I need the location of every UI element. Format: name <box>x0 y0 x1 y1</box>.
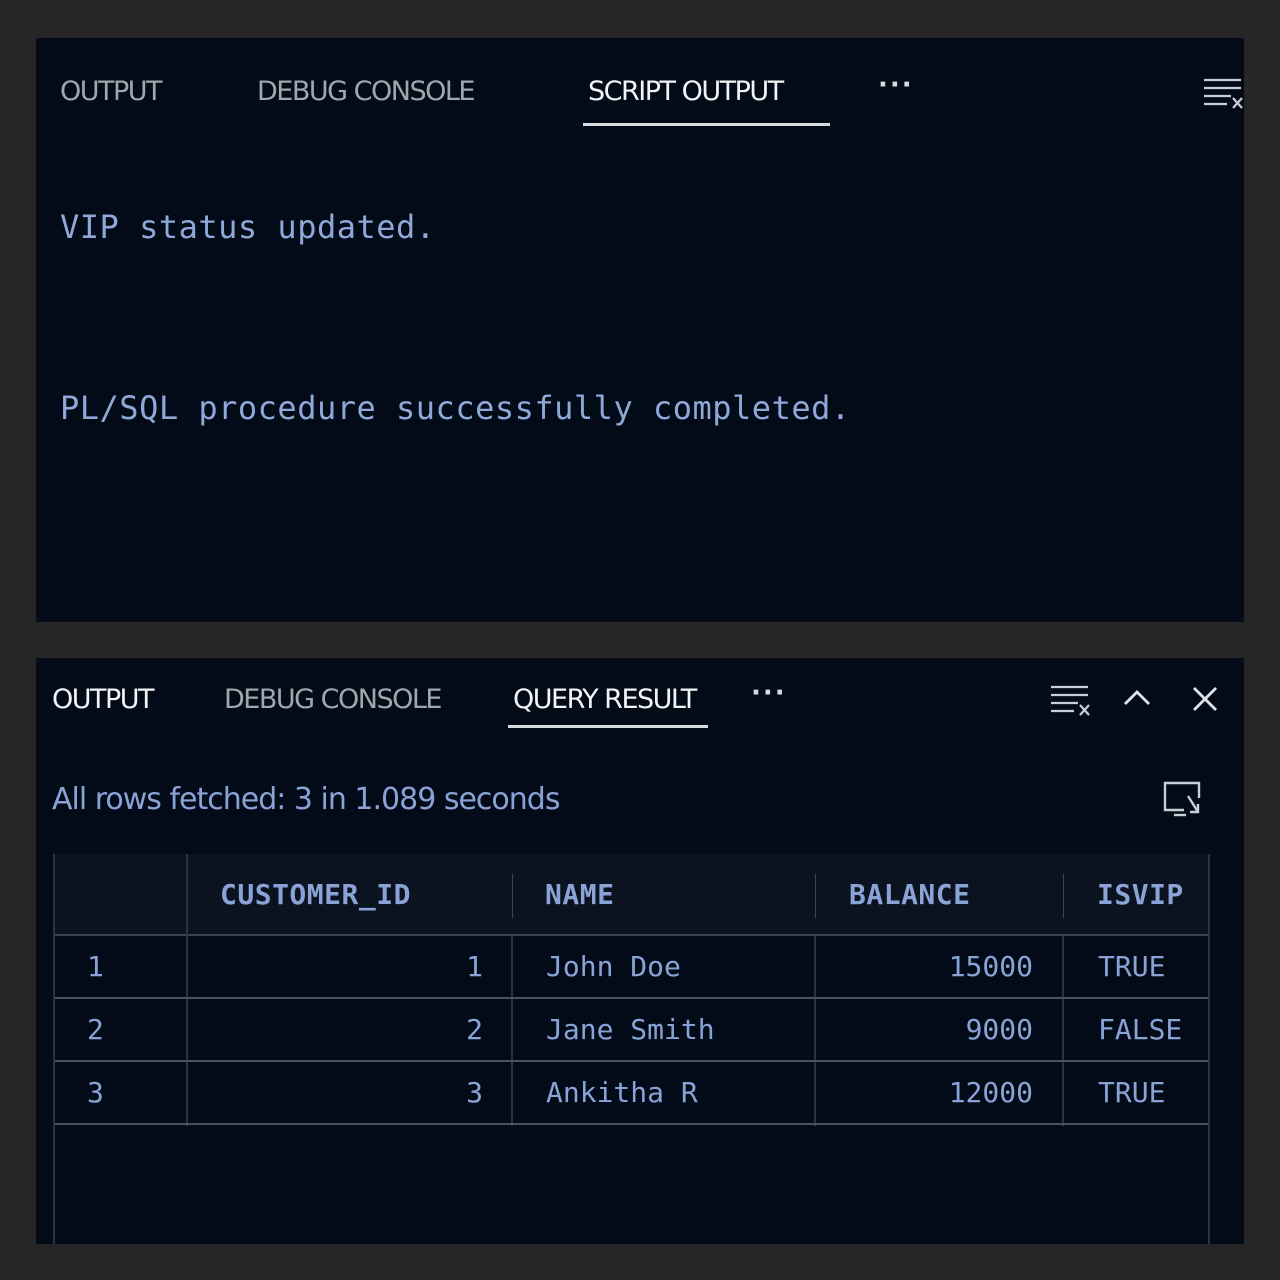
tab-output[interactable]: OUTPUT <box>52 684 155 715</box>
cell-isvip[interactable]: TRUE <box>1098 950 1165 983</box>
cell-isvip[interactable]: FALSE <box>1098 1013 1182 1046</box>
row-number: 2 <box>87 1013 104 1046</box>
cell-customer-id[interactable]: 3 <box>355 1076 483 1109</box>
more-tabs-button[interactable]: ··· <box>878 70 914 100</box>
grid-header: CUSTOMER_ID NAME BALANCE ISVIP <box>55 854 1208 936</box>
cell-name[interactable]: Jane Smith <box>546 1013 715 1046</box>
tab-debug-console[interactable]: DEBUG CONSOLE <box>224 684 442 715</box>
clear-output-icon[interactable] <box>1203 76 1244 116</box>
cell-balance[interactable]: 12000 <box>875 1076 1033 1109</box>
console-line: PL/SQL procedure successfully completed. <box>60 389 851 427</box>
query-result-panel: OUTPUT DEBUG CONSOLE QUERY RESULT ··· Al… <box>36 658 1244 1244</box>
result-grid: CUSTOMER_ID NAME BALANCE ISVIP 1 1 John … <box>53 854 1210 1244</box>
tab-debug-console[interactable]: DEBUG CONSOLE <box>257 76 475 107</box>
cell-isvip[interactable]: TRUE <box>1098 1076 1165 1109</box>
chevron-up-icon[interactable] <box>1122 686 1152 712</box>
tab-output[interactable]: OUTPUT <box>60 76 163 107</box>
column-header-name[interactable]: NAME <box>545 878 614 911</box>
column-separator[interactable] <box>1063 874 1064 918</box>
tab-script-output[interactable]: SCRIPT OUTPUT <box>588 76 784 107</box>
table-row[interactable]: 3 3 Ankitha R 12000 TRUE <box>55 1062 1208 1125</box>
cell-name[interactable]: John Doe <box>546 950 681 983</box>
cell-balance[interactable]: 15000 <box>875 950 1033 983</box>
table-row[interactable]: 1 1 John Doe 15000 TRUE <box>55 936 1208 999</box>
cell-name[interactable]: Ankitha R <box>546 1076 698 1109</box>
row-number: 1 <box>87 950 104 983</box>
column-separator[interactable] <box>815 874 816 918</box>
export-icon[interactable] <box>1162 780 1204 824</box>
console-line: VIP status updated. <box>60 208 436 246</box>
more-tabs-button[interactable]: ··· <box>751 678 787 708</box>
fetch-status-text: All rows fetched: 3 in 1.089 seconds <box>52 782 560 817</box>
column-separator[interactable] <box>512 874 513 918</box>
tab-query-result[interactable]: QUERY RESULT <box>513 684 697 715</box>
active-tab-indicator <box>583 123 830 126</box>
column-header-isvip[interactable]: ISVIP <box>1097 878 1184 911</box>
active-tab-indicator <box>508 725 708 728</box>
column-header-customer-id[interactable]: CUSTOMER_ID <box>220 878 411 911</box>
clear-output-icon[interactable] <box>1050 684 1091 722</box>
column-header-balance[interactable]: BALANCE <box>849 878 971 911</box>
cell-customer-id[interactable]: 2 <box>355 1013 483 1046</box>
row-number: 3 <box>87 1076 104 1109</box>
table-row[interactable]: 2 2 Jane Smith 9000 FALSE <box>55 999 1208 1062</box>
close-icon[interactable] <box>1191 685 1219 717</box>
cell-customer-id[interactable]: 1 <box>355 950 483 983</box>
cell-balance[interactable]: 9000 <box>875 1013 1033 1046</box>
script-output-panel: OUTPUT DEBUG CONSOLE SCRIPT OUTPUT ··· V… <box>36 38 1244 622</box>
